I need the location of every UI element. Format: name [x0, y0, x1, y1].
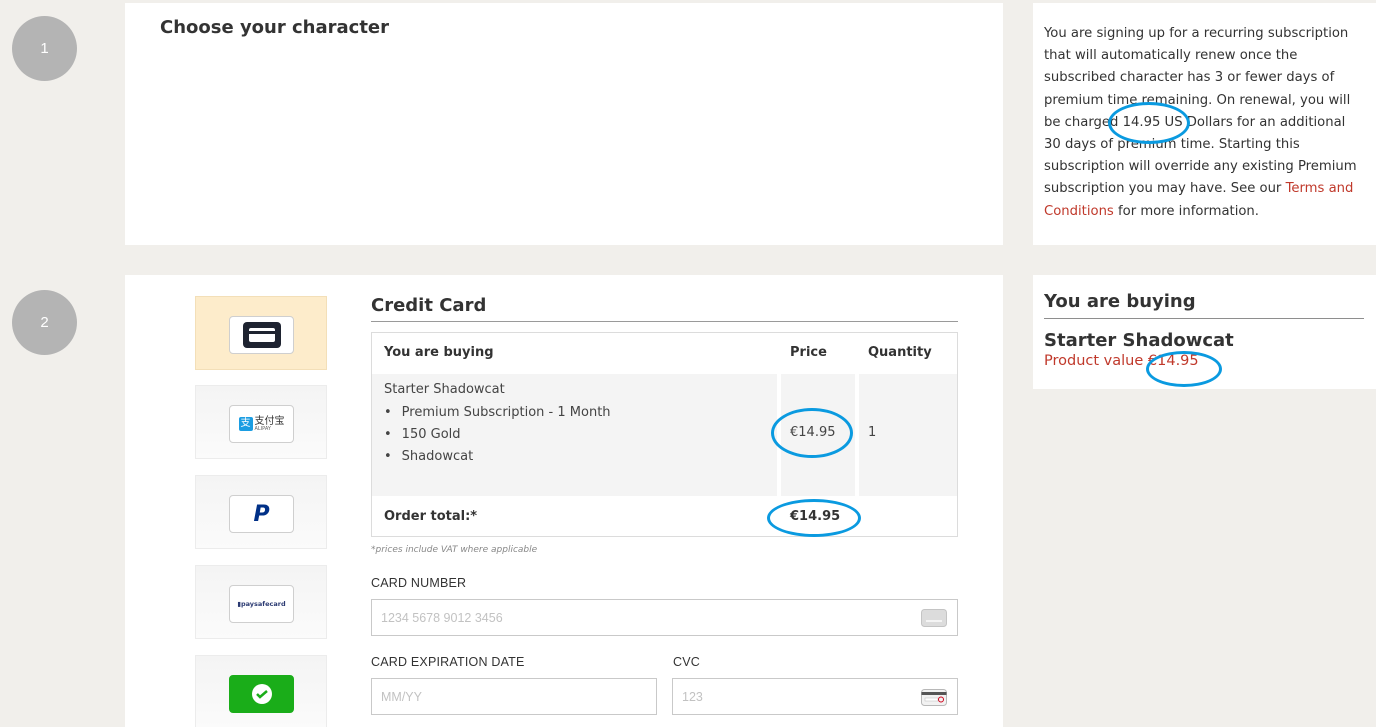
payment-method-wechat[interactable] — [195, 655, 327, 727]
step-1-badge: 1 — [12, 16, 77, 81]
card-number-input[interactable]: 1234 5678 9012 3456 — [371, 599, 958, 636]
card-number-placeholder: 1234 5678 9012 3456 — [381, 610, 503, 625]
payment-panel: 支 支付宝 ALIPAY P ▮paysafecard Credit Card — [125, 275, 1003, 727]
alipay-button[interactable]: 支 支付宝 ALIPAY — [229, 405, 294, 443]
summary-title: You are buying — [1044, 291, 1364, 319]
paypal-button[interactable]: P — [229, 495, 294, 533]
credit-card-title: Credit Card — [371, 295, 487, 316]
subscription-info: You are signing up for a recurring subsc… — [1033, 3, 1376, 245]
alipay-label: 支付宝 — [254, 415, 285, 427]
paysafecard-label: paysafecard — [240, 600, 286, 608]
table-footer: Order total:* €14.95 — [372, 496, 957, 537]
list-item: 150 Gold — [384, 424, 611, 446]
order-total-label: Order total:* — [384, 509, 478, 524]
highlight-circle — [771, 408, 853, 458]
col-price: Price — [790, 345, 827, 360]
highlight-circle — [1108, 102, 1190, 144]
col-quantity: Quantity — [868, 345, 932, 360]
highlight-circle — [1146, 351, 1222, 387]
payment-method-alipay[interactable]: 支 支付宝 ALIPAY — [195, 385, 327, 459]
info-text: You are signing up for a recurring subsc… — [1044, 26, 1357, 197]
expiry-label: CARD EXPIRATION DATE — [371, 655, 525, 669]
list-item: Premium Subscription - 1 Month — [384, 402, 611, 424]
paypal-icon: P — [253, 501, 270, 527]
payment-method-paypal[interactable]: P — [195, 475, 327, 549]
alipay-icon: 支 支付宝 ALIPAY — [238, 415, 285, 432]
highlight-circle — [767, 499, 861, 537]
cvc-placeholder: 123 — [682, 689, 703, 704]
credit-card-button[interactable] — [229, 316, 294, 354]
payment-method-credit-card[interactable] — [195, 296, 327, 370]
info-text-end: for more information. — [1113, 203, 1259, 219]
summary-product: Starter Shadowcat — [1044, 330, 1234, 351]
character-select-panel: Choose your character — [125, 3, 1003, 245]
product-name: Starter Shadowcat — [384, 382, 505, 397]
col-item: You are buying — [384, 345, 494, 360]
table-header: You are buying Price Quantity — [372, 333, 957, 374]
cvc-input[interactable]: 123 — [672, 678, 958, 715]
card-icon — [921, 609, 947, 627]
wechat-icon — [251, 684, 272, 704]
product-items: Premium Subscription - 1 Month 150 Gold … — [384, 402, 611, 468]
vat-note: *prices include VAT where applicable — [371, 545, 538, 555]
expiry-input[interactable]: MM/YY — [371, 678, 657, 715]
table-row: Starter Shadowcat Premium Subscription -… — [372, 374, 957, 496]
cvc-label: CVC — [673, 655, 700, 669]
step-2-badge: 2 — [12, 290, 77, 355]
title-divider — [371, 321, 958, 322]
alipay-sublabel: ALIPAY — [254, 425, 271, 432]
column-divider — [855, 374, 859, 496]
section-title: Choose your character — [160, 17, 390, 38]
item-quantity: 1 — [868, 425, 877, 440]
paysafecard-icon: ▮paysafecard — [237, 600, 286, 608]
payment-method-paysafecard[interactable]: ▮paysafecard — [195, 565, 327, 639]
expiry-placeholder: MM/YY — [381, 689, 422, 704]
list-item: Shadowcat — [384, 446, 611, 468]
paysafecard-button[interactable]: ▮paysafecard — [229, 585, 294, 623]
cvc-card-icon — [921, 689, 947, 706]
credit-card-icon — [242, 322, 281, 348]
wechat-button[interactable] — [229, 675, 294, 713]
product-value-label: Product value — [1044, 353, 1148, 369]
order-table: You are buying Price Quantity Starter Sh… — [371, 332, 958, 537]
card-number-label: CARD NUMBER — [371, 576, 467, 590]
